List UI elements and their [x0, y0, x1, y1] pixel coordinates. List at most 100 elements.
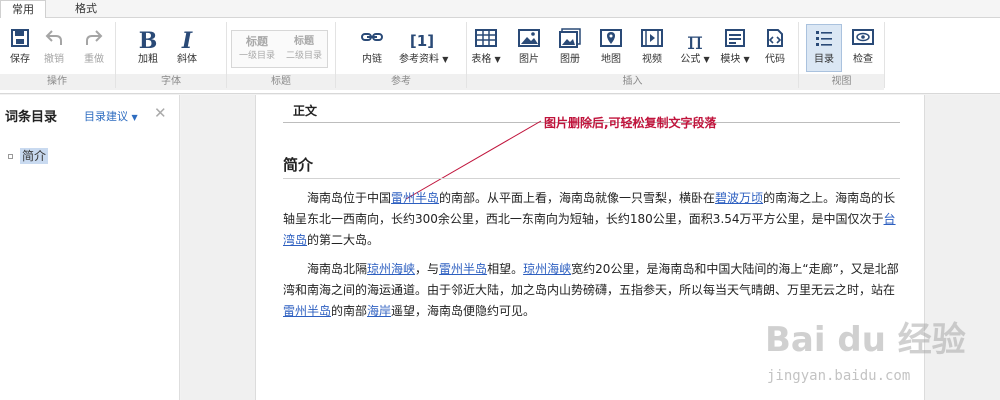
paragraph-text: 的南部。从平面上看，海南岛就像一只雪梨，横卧在 [439, 191, 716, 205]
group-label-reference: 参考 [391, 76, 411, 87]
module-label: 模块 ▼ [720, 54, 750, 65]
sidebar-title: 词条目录 [5, 110, 58, 125]
link-icon [352, 28, 392, 54]
map-icon [591, 28, 631, 54]
heading2-sub: 二级目录 [285, 51, 322, 61]
heading1-sub: 一级目录 [238, 51, 275, 61]
undo-icon [34, 28, 74, 54]
toc-button[interactable]: 目录 [806, 24, 842, 72]
paragraph-text: 相望。 [487, 262, 524, 276]
inner-link[interactable]: 碧波万顷 [715, 191, 763, 205]
toc-sidebar: 词条目录 目录建议 ▼ ✕ 简介 [0, 95, 180, 400]
check-label: 检查 [853, 54, 873, 65]
map-button[interactable]: 地图 [591, 28, 631, 66]
video-label: 视频 [642, 54, 662, 65]
paragraph-text: ，与 [415, 262, 440, 276]
reference-icon: [1] [409, 32, 435, 50]
section-title: 简介 [283, 156, 314, 174]
tab-bar: 常用 格式 [0, 0, 1000, 19]
close-icon[interactable]: ✕ [154, 104, 167, 122]
italic-icon: I [181, 28, 193, 54]
tab-common[interactable]: 常用 [0, 0, 46, 19]
tab-format[interactable]: 格式 [66, 0, 106, 18]
watermark-url: jingyan.baidu.com [767, 368, 911, 384]
group-label-operation: 操作 [47, 76, 67, 87]
toc-suggest-label: 目录建议 [84, 110, 128, 123]
undo-label: 撤销 [44, 54, 64, 65]
inner-link[interactable]: 雷州半岛 [439, 262, 487, 276]
bold-icon: B [138, 28, 158, 54]
toc-label: 目录 [814, 54, 834, 65]
code-button[interactable]: 代码 [755, 28, 795, 66]
image-icon [509, 28, 549, 54]
redo-label: 重做 [84, 54, 104, 65]
table-icon [466, 28, 506, 54]
watermark-logo: Bai du 经验 [765, 320, 966, 360]
video-button[interactable]: 视频 [632, 28, 672, 66]
inner-link[interactable]: 琼州海峡 [523, 262, 571, 276]
italic-button[interactable]: I 斜体 [167, 28, 207, 66]
image-label: 图片 [519, 54, 539, 65]
formula-button[interactable]: π 公式 ▼ [675, 28, 715, 66]
gallery-label: 图册 [560, 54, 580, 65]
sidebar-item-jianjie[interactable]: 简介 [8, 147, 49, 164]
gallery-button[interactable]: 图册 [550, 28, 590, 66]
video-icon [632, 28, 672, 54]
heading2-button[interactable]: 标题 二级目录 [282, 34, 326, 63]
toc-suggest-dropdown[interactable]: 目录建议 ▼ [84, 108, 138, 124]
list-icon [807, 28, 841, 54]
image-button[interactable]: 图片 [509, 28, 549, 66]
heading1-title: 标题 [246, 35, 268, 48]
bullet-icon [8, 154, 13, 159]
paragraph-text: 遥望，海南岛便隐约可见。 [391, 304, 536, 318]
group-label-heading: 标题 [271, 76, 291, 87]
check-preview-icon [843, 28, 883, 54]
bold-button[interactable]: B 加粗 [128, 28, 168, 66]
code-icon [755, 28, 795, 54]
ribbon-toolbar: 保存 撤销 重做 操作 B 加粗 I 斜体 字体 标题 一级目录 标题 二级目录… [0, 18, 1000, 94]
redo-button[interactable]: 重做 [74, 28, 114, 66]
sidebar-item-label: 简介 [20, 148, 49, 164]
paragraph-text: 海南岛位于中国 [307, 191, 392, 205]
bold-label: 加粗 [138, 54, 158, 65]
group-label-view: 视图 [831, 76, 852, 87]
redo-icon [74, 28, 114, 54]
paragraph-text: 的第二大岛。 [307, 233, 380, 247]
paragraph-text: 海南岛北隔 [307, 262, 368, 276]
inner-link[interactable]: 雷州半岛 [391, 191, 439, 205]
chevron-down-icon: ▼ [743, 55, 750, 64]
inner-link[interactable]: 海岸 [367, 304, 391, 318]
chevron-down-icon: ▼ [442, 55, 449, 64]
paragraph-1: 海南岛位于中国雷州半岛的南部。从平面上看，海南岛就像一只雪梨，横卧在碧波万顷的南… [283, 188, 900, 251]
baidu-watermark: Bai du 经验 jingyan.baidu.com [755, 312, 995, 398]
inner-link-label: 内链 [362, 54, 382, 65]
gallery-icon [550, 28, 590, 54]
check-button[interactable]: 检查 [843, 28, 883, 66]
chevron-down-icon: ▼ [703, 55, 710, 64]
chevron-down-icon: ▼ [494, 55, 501, 64]
chevron-down-icon: ▼ [131, 113, 138, 122]
table-button[interactable]: 表格 ▼ [466, 28, 506, 66]
inner-link-button[interactable]: 内链 [352, 28, 392, 66]
italic-label: 斜体 [177, 54, 197, 65]
heading-style-box: 标题 一级目录 标题 二级目录 [231, 30, 328, 68]
paragraph-text: 的南部 [331, 304, 368, 318]
code-label: 代码 [765, 54, 785, 65]
inner-link[interactable]: 雷州半岛 [283, 304, 331, 318]
group-label-font: 字体 [161, 76, 181, 87]
undo-button[interactable]: 撤销 [34, 28, 74, 66]
formula-label: 公式 ▼ [680, 54, 710, 65]
heading1-button[interactable]: 标题 一级目录 [235, 34, 279, 63]
group-label-insert: 插入 [622, 76, 643, 87]
pi-icon: π [687, 27, 703, 55]
map-label: 地图 [601, 54, 621, 65]
heading2-title: 标题 [294, 36, 314, 47]
reference-button[interactable]: [1] 参考资料 ▼ [399, 28, 449, 66]
inner-link[interactable]: 琼州海峡 [367, 262, 415, 276]
divider [283, 178, 900, 179]
group-separator [884, 22, 885, 88]
module-button[interactable]: 模块 ▼ [715, 28, 755, 66]
reference-label: 参考资料 ▼ [399, 54, 449, 65]
table-label: 表格 ▼ [471, 54, 501, 65]
module-icon [715, 28, 755, 54]
